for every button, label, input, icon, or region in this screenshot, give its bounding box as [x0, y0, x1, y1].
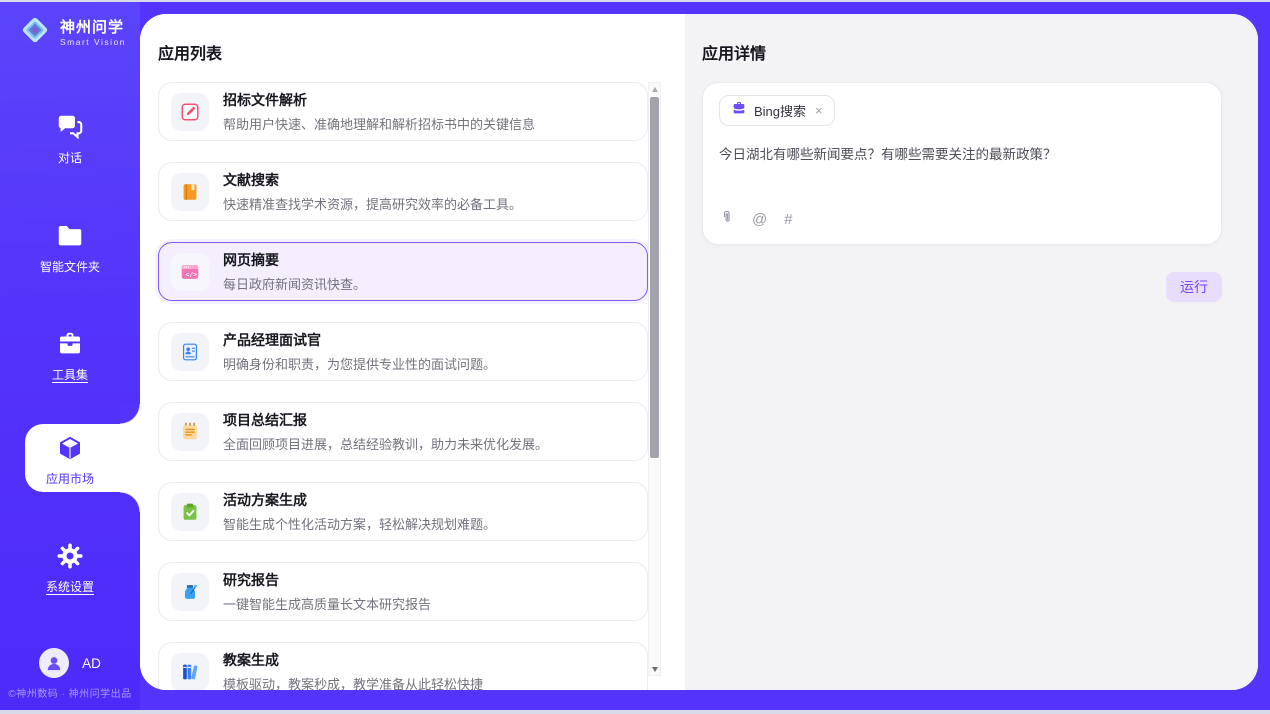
- app-description: 智能生成个性化活动方案，轻松解决规划难题。: [223, 514, 496, 533]
- app-description: 每日政府新闻资讯快查。: [223, 274, 366, 293]
- scrollbar-up-arrow[interactable]: [649, 83, 660, 95]
- app-name: 产品经理面试官: [223, 330, 496, 350]
- user-account[interactable]: AD: [0, 648, 140, 678]
- app-card-bid-document-parsing[interactable]: 招标文件解析 帮助用户快速、准确地理解和解析招标书中的关键信息: [158, 82, 648, 141]
- app-name: 教案生成: [223, 650, 483, 670]
- cube-icon: [0, 433, 140, 465]
- sidebar: 神州问学 Smart Vision 对话 智能文件夹 工具集: [0, 0, 140, 714]
- app-list: 招标文件解析 帮助用户快速、准确地理解和解析招标书中的关键信息 文献搜索 快速精…: [158, 82, 648, 690]
- brand-name: 神州问学: [60, 19, 126, 37]
- sidebar-item-smart-folder[interactable]: 智能文件夹: [0, 221, 140, 276]
- sidebar-item-toolset[interactable]: 工具集: [0, 329, 140, 384]
- sidebar-item-chat[interactable]: 对话: [0, 112, 140, 167]
- toolbox-icon: [0, 329, 140, 361]
- folder-icon: [0, 221, 140, 253]
- app-description: 帮助用户快速、准确地理解和解析招标书中的关键信息: [223, 114, 535, 133]
- browser-code-icon: </>: [171, 253, 209, 291]
- brand-logo: 神州问学 Smart Vision: [18, 13, 126, 52]
- app-list-panel: 应用列表 招标文件解析 帮助用户快速、准确地理解和解析招标书中的关键信息: [140, 14, 685, 690]
- app-description: 模板驱动，教案秒成，教学准备从此轻松快捷: [223, 674, 483, 690]
- app-card-research-report[interactable]: 研究报告 一键智能生成高质量长文本研究报告: [158, 562, 648, 621]
- app-list-scrollbar[interactable]: [648, 82, 661, 676]
- tool-tag-bing-search[interactable]: Bing搜索 ×: [719, 95, 835, 126]
- prompt-text[interactable]: 今日湖北有哪些新闻要点？有哪些需要关注的最新政策？: [719, 145, 1205, 165]
- sidebar-item-app-market[interactable]: 应用市场: [0, 433, 140, 488]
- prompt-input-card[interactable]: Bing搜索 × 今日湖北有哪些新闻要点？有哪些需要关注的最新政策？ @ #: [702, 82, 1222, 245]
- tool-tag-label: Bing搜索: [754, 101, 806, 120]
- user-name: AD: [82, 656, 101, 671]
- copyright-footer: ©神州数码 · 神州问学出品: [0, 685, 140, 700]
- person-icon: [44, 653, 64, 673]
- book-icon: [171, 173, 209, 211]
- app-name: 文献搜索: [223, 170, 522, 190]
- chat-icon: [0, 112, 140, 144]
- app-description: 快速精准查找学术资源，提高研究效率的必备工具。: [223, 194, 522, 213]
- window-edge-bottom: [0, 710, 1270, 714]
- app-card-literature-search[interactable]: 文献搜索 快速精准查找学术资源，提高研究效率的必备工具。: [158, 162, 648, 221]
- note-icon: [171, 413, 209, 451]
- app-name: 研究报告: [223, 570, 431, 590]
- app-name: 网页摘要: [223, 250, 366, 270]
- interview-doc-icon: [171, 333, 209, 371]
- svg-text:</>: </>: [185, 270, 197, 278]
- sidebar-item-label: 对话: [58, 149, 82, 166]
- sidebar-item-label: 系统设置: [46, 578, 94, 595]
- scrollbar-down-arrow[interactable]: [649, 663, 660, 675]
- app-list-title: 应用列表: [158, 40, 222, 64]
- gear-icon: [0, 541, 140, 573]
- app-name: 项目总结汇报: [223, 410, 548, 430]
- diamond-logo-icon: [18, 13, 52, 52]
- hash-icon[interactable]: #: [784, 211, 792, 228]
- brand-subtitle: Smart Vision: [60, 37, 126, 47]
- briefcase-icon: [731, 100, 747, 121]
- app-card-project-summary[interactable]: 项目总结汇报 全面回顾项目进展，总结经验教训，助力未来优化发展。: [158, 402, 648, 461]
- ink-quill-icon: [171, 573, 209, 611]
- close-icon[interactable]: ×: [815, 103, 823, 118]
- sidebar-item-label: 工具集: [52, 366, 88, 383]
- avatar: [39, 648, 69, 678]
- app-description: 全面回顾项目进展，总结经验教训，助力未来优化发展。: [223, 434, 548, 453]
- clipboard-check-icon: [171, 493, 209, 531]
- run-button[interactable]: 运行: [1166, 272, 1222, 302]
- books-icon: [171, 653, 209, 691]
- prompt-toolbar: @ #: [719, 208, 793, 231]
- paperclip-icon[interactable]: [719, 208, 735, 231]
- app-detail-panel: 应用详情 Bing搜索 × 今日湖北有哪些新闻要点？有哪些需要关注的最新政策？: [685, 14, 1258, 690]
- scrollbar-thumb[interactable]: [650, 97, 659, 458]
- app-name: 招标文件解析: [223, 90, 535, 110]
- window-edge-top: [0, 0, 1270, 2]
- sidebar-item-label: 智能文件夹: [40, 258, 100, 275]
- app-card-pm-interviewer[interactable]: 产品经理面试官 明确身份和职责，为您提供专业性的面试问题。: [158, 322, 648, 381]
- app-card-lesson-plan[interactable]: 教案生成 模板驱动，教案秒成，教学准备从此轻松快捷: [158, 642, 648, 690]
- app-card-web-summary[interactable]: </> 网页摘要 每日政府新闻资讯快查。: [158, 242, 648, 301]
- app-card-event-plan[interactable]: 活动方案生成 智能生成个性化活动方案，轻松解决规划难题。: [158, 482, 648, 541]
- sidebar-item-settings[interactable]: 系统设置: [0, 541, 140, 596]
- app-description: 一键智能生成高质量长文本研究报告: [223, 594, 431, 613]
- main-container: 应用列表 招标文件解析 帮助用户快速、准确地理解和解析招标书中的关键信息: [140, 14, 1258, 690]
- mention-icon[interactable]: @: [752, 211, 767, 228]
- edit-doc-icon: [171, 93, 209, 131]
- app-name: 活动方案生成: [223, 490, 496, 510]
- sidebar-item-label: 应用市场: [46, 470, 94, 487]
- app-detail-title: 应用详情: [702, 40, 766, 64]
- app-description: 明确身份和职责，为您提供专业性的面试问题。: [223, 354, 496, 373]
